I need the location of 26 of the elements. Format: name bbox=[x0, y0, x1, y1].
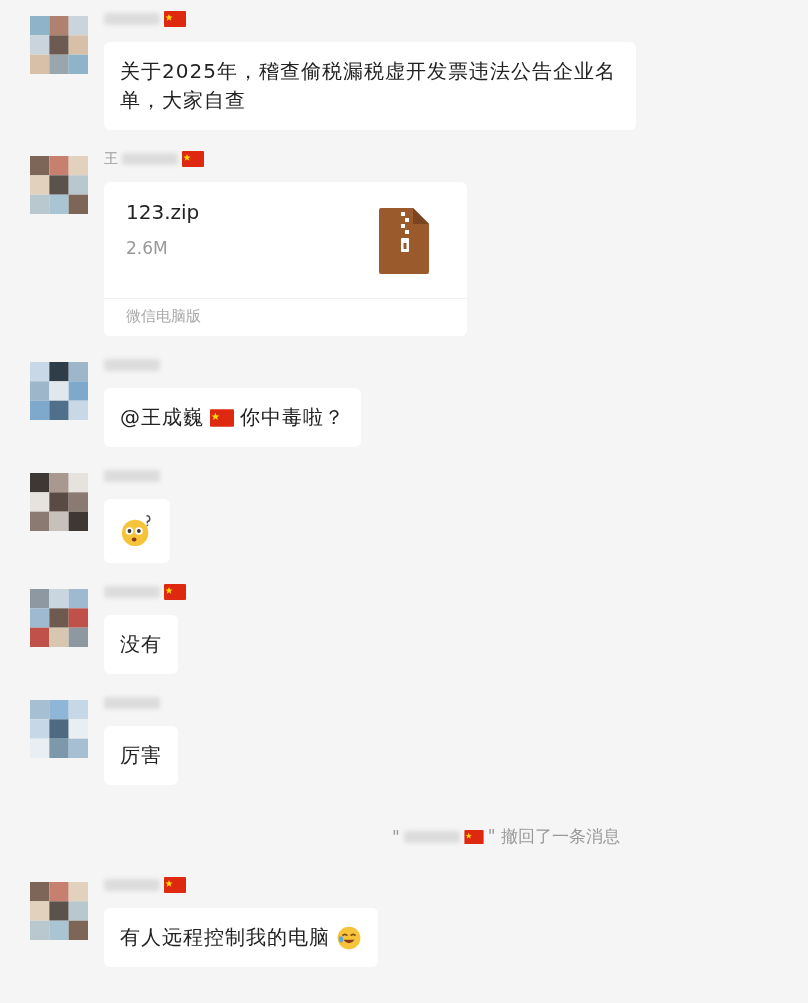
flag-icon bbox=[463, 829, 484, 844]
confused-emoji-icon bbox=[120, 514, 154, 548]
zip-file-icon bbox=[379, 208, 429, 274]
message-text: " 撤回了一条消息 bbox=[487, 825, 621, 848]
blurred-name bbox=[104, 586, 160, 598]
message-text: 厉害 bbox=[120, 742, 162, 769]
message-text: 你中毒啦？ bbox=[240, 404, 345, 431]
blurred-name bbox=[122, 153, 178, 165]
blurred-name bbox=[104, 879, 160, 891]
sender-name: 王 bbox=[104, 150, 118, 168]
blurred-name bbox=[104, 470, 160, 482]
message-text: @王成巍 bbox=[120, 404, 204, 431]
message-text: 没有 bbox=[120, 631, 162, 658]
blurred-name bbox=[403, 830, 460, 843]
laughing-emoji-icon bbox=[336, 924, 362, 951]
blurred-name bbox=[104, 359, 160, 371]
message-text: 关于2025年，稽查偷税漏税虚开发票违法公告企业名单，大家自查 bbox=[120, 58, 617, 114]
message-text: 有人远程控制我的电脑 bbox=[120, 924, 330, 951]
message-text: " bbox=[392, 826, 400, 847]
file-name: 123.zip bbox=[126, 200, 200, 224]
file-source: 微信电脑版 bbox=[104, 298, 467, 336]
file-card[interactable]: 123.zip 2.6M 微信电脑版 bbox=[104, 182, 467, 336]
blurred-name bbox=[104, 697, 160, 709]
file-size: 2.6M bbox=[126, 238, 169, 258]
flag-icon bbox=[210, 408, 234, 427]
blurred-name bbox=[104, 13, 160, 25]
